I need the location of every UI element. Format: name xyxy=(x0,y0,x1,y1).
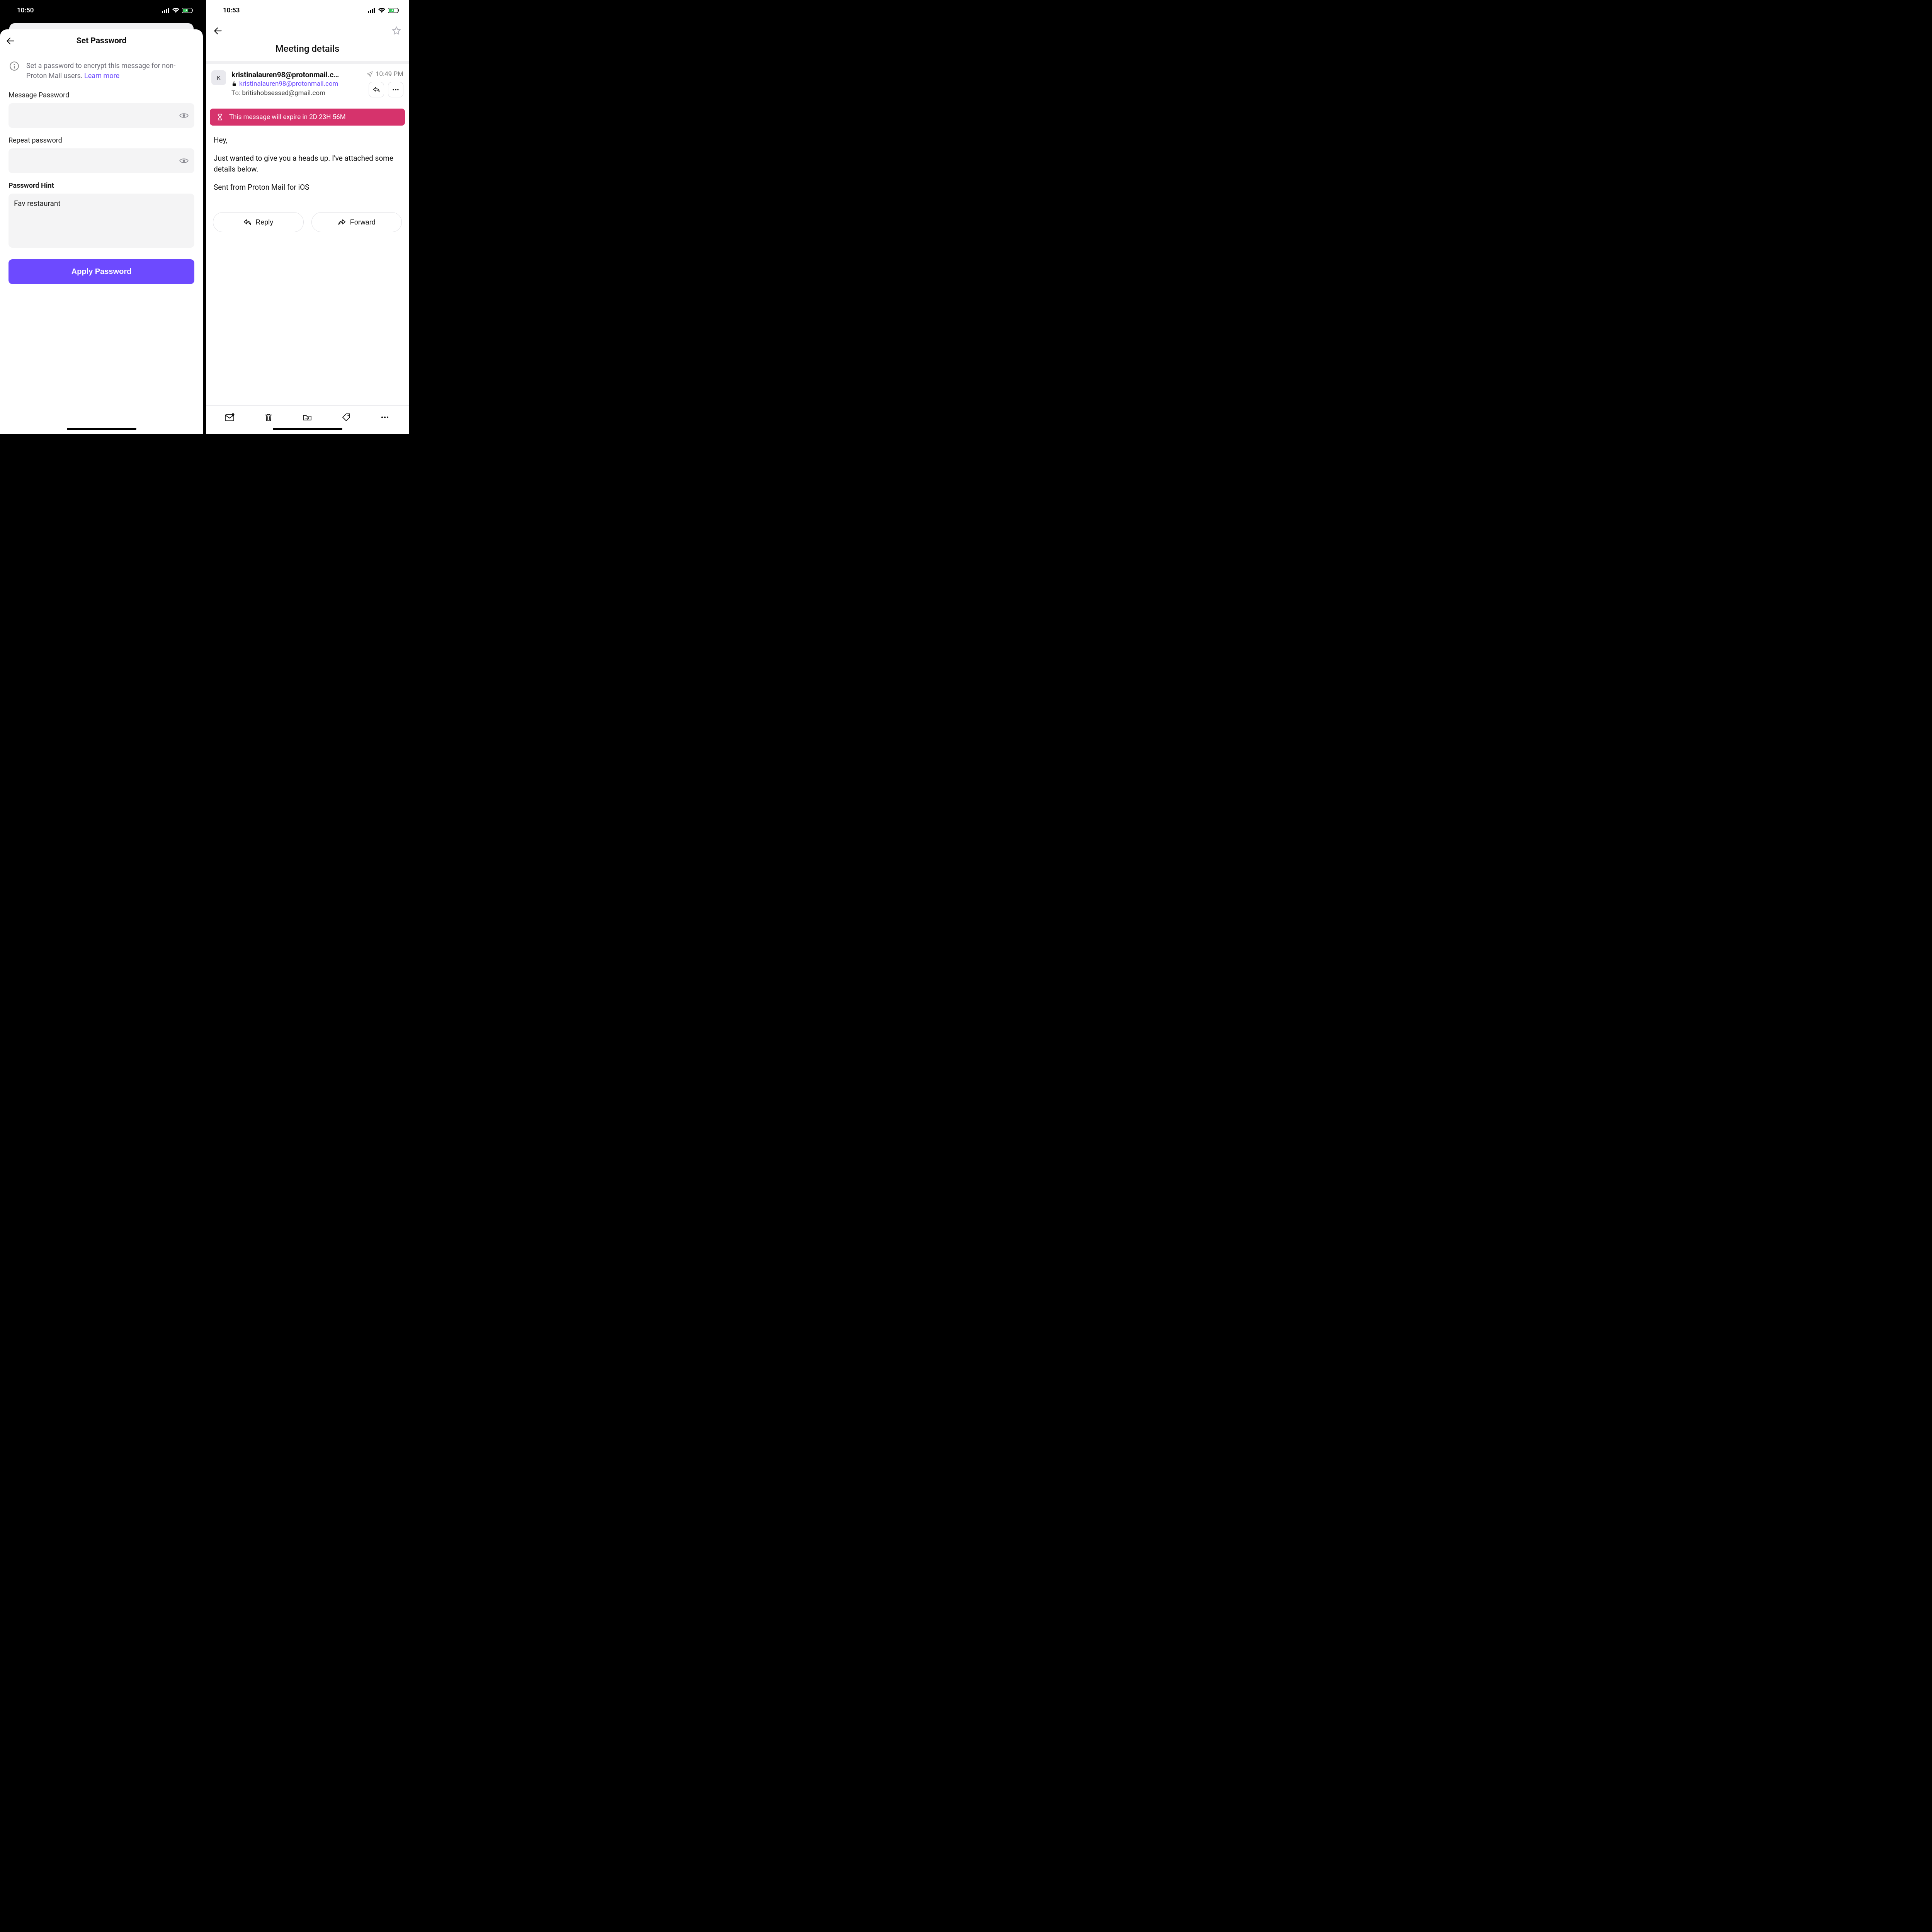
folder-move-icon xyxy=(302,413,312,422)
status-bar: 10:53 xyxy=(206,0,409,21)
move-button[interactable] xyxy=(299,410,315,425)
email-subject: Meeting details xyxy=(206,41,409,61)
more-button[interactable] xyxy=(377,410,393,425)
body-p2: Just wanted to give you a heads up. I've… xyxy=(214,153,401,175)
forward-button[interactable]: Forward xyxy=(311,212,402,232)
battery-charging-icon xyxy=(388,8,400,13)
more-horizontal-icon xyxy=(392,86,400,94)
sheet-header: Set Password xyxy=(0,29,203,53)
message-meta: kristinalauren98@protonmail.c… kristinal… xyxy=(231,70,361,97)
password-hint-input[interactable] xyxy=(14,199,189,242)
expiration-banner: This message will expire in 2D 23H 56M xyxy=(210,109,405,126)
toggle-visibility-button[interactable] xyxy=(179,111,189,121)
sheet-title: Set Password xyxy=(5,36,197,46)
info-text-wrap: Set a password to encrypt this message f… xyxy=(26,61,194,81)
form: Message Password Repeat password Passwor… xyxy=(0,84,203,259)
home-indicator xyxy=(273,428,342,430)
envelope-dot-icon xyxy=(224,413,235,422)
phone-email-view: 10:53 Meeting details K kristinalauren98… xyxy=(206,0,409,434)
sent-paperplane-icon xyxy=(366,71,373,78)
eye-icon xyxy=(179,111,189,121)
forward-icon xyxy=(338,218,346,226)
status-icons xyxy=(162,8,194,13)
status-bar: 10:50 xyxy=(0,0,203,21)
to-label: To: xyxy=(231,89,240,97)
toggle-visibility-button-2[interactable] xyxy=(179,156,189,166)
lock-icon xyxy=(231,81,237,87)
body-p3: Sent from Proton Mail for iOS xyxy=(214,182,401,193)
learn-more-link[interactable]: Learn more xyxy=(84,72,119,80)
star-icon xyxy=(391,26,402,36)
mark-unread-button[interactable] xyxy=(222,410,238,425)
info-row: Set a password to encrypt this message f… xyxy=(0,53,203,84)
expiration-text: This message will expire in 2D 23H 56M xyxy=(229,113,346,121)
trash-button[interactable] xyxy=(261,410,276,425)
sent-time: 10:49 PM xyxy=(376,70,403,78)
back-arrow-icon xyxy=(213,26,223,36)
apply-password-button[interactable]: Apply Password xyxy=(9,259,194,284)
set-password-sheet: Set Password Set a password to encrypt t… xyxy=(0,29,203,434)
back-button[interactable] xyxy=(213,26,223,36)
star-button[interactable] xyxy=(391,26,402,36)
from-address-truncated[interactable]: kristinalauren98@protonmail.c… xyxy=(231,70,339,79)
more-icon-button[interactable] xyxy=(388,82,403,97)
info-icon xyxy=(9,61,19,81)
reply-icon-button[interactable] xyxy=(369,82,384,97)
wifi-icon xyxy=(172,8,180,13)
message-password-label: Message Password xyxy=(9,91,194,99)
action-row: Reply Forward xyxy=(206,203,409,242)
battery-charging-icon xyxy=(182,8,194,13)
label-button[interactable] xyxy=(338,410,354,425)
repeat-password-input[interactable] xyxy=(14,157,179,165)
repeat-password-label: Repeat password xyxy=(9,136,194,145)
reply-icon xyxy=(243,218,252,226)
home-indicator xyxy=(67,428,136,430)
status-time: 10:50 xyxy=(17,7,34,14)
signal-icon xyxy=(368,8,376,13)
avatar: K xyxy=(211,70,226,85)
reply-button[interactable]: Reply xyxy=(213,212,304,232)
from-address-full[interactable]: kristinalauren98@protonmail.com xyxy=(239,80,338,88)
tag-icon xyxy=(342,413,351,422)
signal-icon xyxy=(162,8,170,13)
reply-icon xyxy=(372,86,380,94)
wifi-icon xyxy=(378,8,386,13)
status-time: 10:53 xyxy=(223,7,240,14)
more-horizontal-icon xyxy=(380,413,389,422)
hourglass-icon xyxy=(216,113,224,121)
message-header: K kristinalauren98@protonmail.c… kristin… xyxy=(206,64,409,103)
password-hint-label: Password Hint xyxy=(9,182,194,190)
email-body: Hey, Just wanted to give you a heads up.… xyxy=(206,132,409,203)
password-hint-field[interactable] xyxy=(9,194,194,248)
to-address[interactable]: britishobsessed@gmail.com xyxy=(242,89,325,97)
body-p1: Hey, xyxy=(214,135,401,146)
trash-icon xyxy=(264,413,273,422)
divider xyxy=(206,61,409,64)
status-icons xyxy=(368,8,400,13)
email-nav-header xyxy=(206,21,409,41)
repeat-password-field[interactable] xyxy=(9,148,194,173)
eye-icon xyxy=(179,156,189,166)
phone-set-password: 10:50 Set Password Set a password to enc… xyxy=(0,0,203,434)
reply-label: Reply xyxy=(255,218,273,226)
message-password-input[interactable] xyxy=(14,112,179,120)
forward-label: Forward xyxy=(350,218,376,226)
message-password-field[interactable] xyxy=(9,103,194,128)
time-and-actions: 10:49 PM xyxy=(366,70,403,97)
